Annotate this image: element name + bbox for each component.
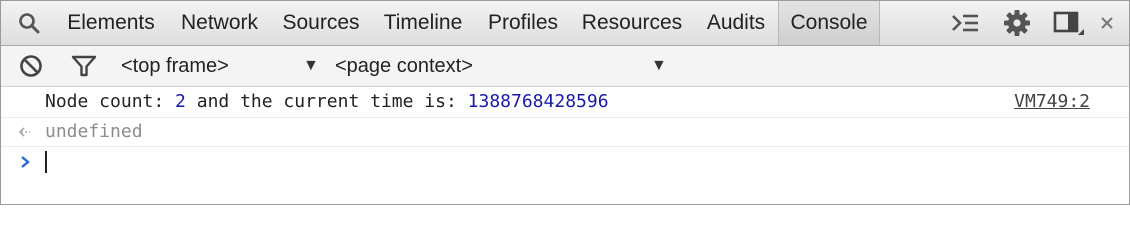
- gear-icon[interactable]: [997, 1, 1037, 45]
- search-icon[interactable]: [11, 1, 47, 45]
- frame-select[interactable]: <top frame> ▼: [121, 46, 327, 86]
- clear-console-icon[interactable]: [15, 46, 47, 86]
- text-cursor: [45, 151, 47, 173]
- tab-elements[interactable]: Elements: [59, 1, 163, 45]
- result-arrow-icon: [13, 118, 37, 146]
- console-input[interactable]: [41, 147, 1081, 177]
- close-icon[interactable]: [1095, 1, 1119, 45]
- dock-side-icon[interactable]: [1047, 1, 1091, 45]
- tab-console[interactable]: Console: [778, 1, 880, 45]
- console-message: Node count: 2 and the current time is: 1…: [1, 87, 1129, 118]
- chevron-down-icon: ▼: [651, 57, 667, 74]
- tab-profiles[interactable]: Profiles: [479, 1, 567, 45]
- console-prompt: [1, 147, 1129, 177]
- show-drawer-icon[interactable]: [945, 1, 985, 45]
- tab-audits[interactable]: Audits: [697, 1, 775, 45]
- tab-timeline[interactable]: Timeline: [373, 1, 473, 45]
- frame-select-value: <top frame>: [121, 55, 229, 77]
- time-value: 1388768428596: [467, 91, 609, 112]
- context-select[interactable]: <page context> ▼: [335, 46, 671, 86]
- result-text: undefined: [45, 121, 143, 142]
- devtools-window: Elements Network Sources Timeline Profil…: [0, 0, 1130, 205]
- devtools-tab-bar: Elements Network Sources Timeline Profil…: [1, 1, 1129, 46]
- console-toolbar: <top frame> ▼ <page context> ▼: [1, 46, 1129, 87]
- console-message-text: Node count: 2 and the current time is: 1…: [45, 87, 609, 117]
- message-prefix: Node count:: [45, 91, 176, 112]
- chevron-down-icon: ▼: [303, 57, 319, 74]
- tab-sources[interactable]: Sources: [275, 1, 367, 45]
- console-result: undefined: [1, 118, 1129, 147]
- prompt-chevron-icon: [13, 147, 37, 177]
- tab-network[interactable]: Network: [171, 1, 268, 45]
- context-select-value: <page context>: [335, 55, 473, 77]
- source-link[interactable]: VM749:2: [1014, 87, 1090, 117]
- message-middle: and the current time is:: [185, 91, 468, 112]
- node-count-value: 2: [175, 91, 186, 112]
- tab-resources[interactable]: Resources: [573, 1, 691, 45]
- filter-icon[interactable]: [67, 46, 101, 86]
